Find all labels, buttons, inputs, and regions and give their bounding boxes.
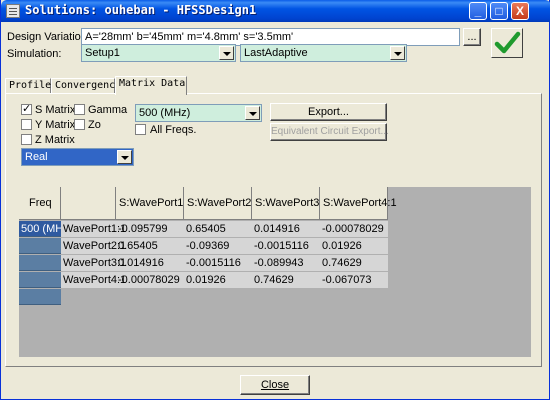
s-matrix-label: S Matrix: [35, 104, 76, 116]
chevron-down-icon[interactable]: [390, 46, 405, 60]
chevron-down-icon[interactable]: [245, 106, 260, 120]
row-name: WavePort2:1: [63, 240, 127, 252]
solution-select[interactable]: LastAdaptive: [240, 44, 407, 62]
table-cell: 0.65405: [186, 223, 226, 235]
all-freqs-checkbox[interactable]: [135, 124, 146, 135]
table-cell: 0.01926: [186, 274, 226, 286]
table-cell: -0.00078029: [322, 223, 384, 235]
z-matrix-label: Z Matrix: [35, 134, 75, 146]
chevron-down-icon[interactable]: [117, 150, 132, 164]
row-name: WavePort3:1: [63, 257, 127, 269]
design-variation-label: Design Variation:: [7, 31, 90, 43]
table-row[interactable]: WavePort1:1 -0.095799 0.65405 0.014916 -…: [61, 221, 388, 237]
close-window-button[interactable]: X: [511, 2, 529, 20]
table-cell: -0.0015116: [254, 240, 309, 252]
column-header[interactable]: S:WavePort4:1: [320, 187, 397, 220]
column-header[interactable]: S:WavePort2:1: [184, 187, 261, 220]
all-freqs-label: All Freqs.: [150, 124, 197, 136]
format-select-value: Real: [25, 151, 48, 163]
table-row[interactable]: WavePort4:1 -0.00078029 0.01926 0.74629 …: [61, 272, 388, 288]
column-header-label: S:WavePort1:1: [119, 197, 193, 209]
freq-column-header[interactable]: Freq: [19, 187, 61, 220]
title-bar[interactable]: Solutions: ouheban - HFSSDesign1 _ □ X: [1, 0, 550, 22]
setup-select[interactable]: Setup1: [81, 44, 236, 62]
table-cell: 0.74629: [254, 274, 294, 286]
table-cell: 0.65405: [118, 240, 158, 252]
freq-row-header[interactable]: [19, 272, 61, 288]
matrix-table[interactable]: Freq S:WavePort1:1 S:WavePort2:1 S:WaveP…: [19, 187, 531, 357]
tab-convergence[interactable]: Convergence: [51, 78, 121, 94]
y-matrix-label: Y Matrix: [35, 119, 76, 131]
freq-header-label: Freq: [29, 197, 52, 209]
frequency-select[interactable]: 500 (MHz): [135, 104, 262, 122]
freq-row-header[interactable]: [19, 289, 61, 305]
app-icon: [6, 4, 20, 18]
window-title: Solutions: ouheban - HFSSDesign1: [25, 3, 257, 17]
zo-label: Zo: [88, 119, 101, 131]
tab-profile[interactable]: Profile: [5, 78, 51, 94]
column-header[interactable]: S:WavePort1:1: [116, 187, 193, 220]
checkmark-icon: [494, 31, 521, 54]
freq-row-header[interactable]: [19, 238, 61, 254]
close-button[interactable]: Close: [240, 375, 310, 395]
table-cell: -0.00078029: [118, 274, 180, 286]
equivalent-circuit-export-button[interactable]: Equivalent Circuit Export...: [270, 123, 389, 141]
table-cell: 0.74629: [322, 257, 362, 269]
table-cell: -0.067073: [322, 274, 372, 286]
y-matrix-checkbox[interactable]: [21, 119, 32, 130]
solutions-window: Solutions: ouheban - HFSSDesign1 _ □ X D…: [0, 0, 550, 400]
setup-select-value: Setup1: [85, 47, 120, 59]
column-header-label: S:WavePort2:1: [187, 197, 261, 209]
tab-matrix-data[interactable]: Matrix Data: [115, 76, 187, 95]
row-name-header[interactable]: [61, 187, 116, 220]
row-name: WavePort4:1: [63, 274, 127, 286]
solution-select-value: LastAdaptive: [244, 47, 308, 59]
gamma-label: Gamma: [88, 104, 128, 116]
table-cell: -0.095799: [118, 223, 168, 235]
export-button[interactable]: Export...: [270, 103, 387, 121]
column-header-label: S:WavePort4:1: [323, 197, 397, 209]
z-matrix-checkbox[interactable]: [21, 134, 32, 145]
table-cell: -0.089943: [254, 257, 304, 269]
column-header-label: S:WavePort3:1: [255, 197, 329, 209]
close-button-label: Close: [260, 379, 290, 391]
freq-row-header[interactable]: 500 (MHz): [19, 221, 61, 237]
gamma-checkbox[interactable]: [74, 104, 85, 115]
zo-checkbox[interactable]: [74, 119, 85, 130]
table-cell: -0.0015116: [186, 257, 241, 269]
maximize-button[interactable]: □: [490, 2, 508, 20]
apply-check-button[interactable]: [491, 28, 523, 58]
browse-variation-button[interactable]: ...: [463, 28, 481, 46]
table-cell: -0.09369: [186, 240, 230, 252]
freq-row-header[interactable]: [19, 255, 61, 271]
column-header[interactable]: S:WavePort3:1: [252, 187, 329, 220]
table-cell: 0.014916: [254, 223, 300, 235]
table-row[interactable]: WavePort3:1 0.014916 -0.0015116 -0.08994…: [61, 255, 388, 271]
minimize-button[interactable]: _: [469, 2, 487, 20]
table-cell: 0.014916: [118, 257, 164, 269]
format-select[interactable]: Real: [21, 148, 134, 166]
frequency-select-value: 500 (MHz): [139, 107, 191, 119]
table-row[interactable]: WavePort2:1 0.65405 -0.09369 -0.0015116 …: [61, 238, 388, 254]
chevron-down-icon[interactable]: [219, 46, 234, 60]
row-name: WavePort1:1: [63, 223, 127, 235]
s-matrix-checkbox[interactable]: [21, 102, 32, 115]
table-cell: 0.01926: [322, 240, 362, 252]
simulation-label: Simulation:: [7, 48, 62, 60]
